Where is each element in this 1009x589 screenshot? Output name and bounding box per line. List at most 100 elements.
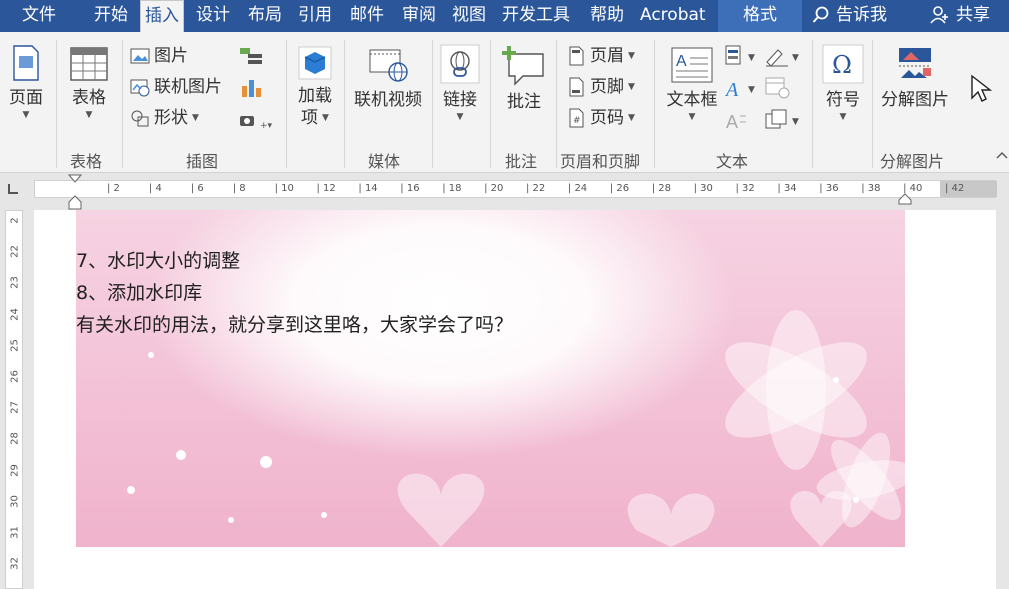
footer-button[interactable]: 页脚 ▼	[566, 75, 635, 99]
pages-label: 页面	[9, 88, 43, 108]
share-button[interactable]: 共享	[930, 0, 990, 32]
document-line: 7、水印大小的调整	[76, 250, 241, 272]
tab-insert[interactable]: 插入	[140, 0, 184, 34]
screenshot-icon[interactable]: +▾	[238, 108, 274, 130]
vertical-ruler[interactable]: 2222324252627282930313233	[5, 210, 23, 589]
online-picture-button[interactable]: 联机图片	[130, 75, 222, 99]
date-time-icon[interactable]	[764, 76, 794, 100]
textbox-button[interactable]: A 文本框 ▼	[660, 46, 724, 123]
ruler-tick-label: | 34	[777, 183, 797, 194]
group-label-decompose: 分解图片	[880, 152, 945, 171]
chevron-down-icon: ▼	[839, 112, 847, 122]
group-label-media: 媒体	[368, 152, 401, 171]
page-number-icon: #	[569, 108, 584, 128]
person-add-icon	[930, 6, 948, 24]
document-line: 8、添加水印库	[76, 282, 203, 304]
ruler-tick-label: | 8	[232, 183, 246, 194]
picture-button[interactable]: 图片	[130, 44, 188, 68]
chevron-down-icon: ▼	[192, 113, 199, 123]
chevron-down-icon: ▼	[688, 112, 696, 122]
chevron-down-icon: ▼	[456, 112, 464, 122]
tab-view[interactable]: 视图	[452, 0, 486, 32]
addins-button[interactable]: 加载 项 ▼	[292, 46, 338, 129]
tab-mailings[interactable]: 邮件	[350, 0, 384, 32]
table-icon	[70, 47, 108, 81]
symbol-label: 符号	[826, 90, 860, 110]
picture-icon	[130, 48, 150, 64]
table-button[interactable]: 表格 ▼	[64, 46, 114, 121]
chevron-down-icon: ▼	[85, 110, 93, 120]
comment-label: 批注	[507, 92, 541, 112]
chevron-down-icon: ▼	[322, 113, 329, 123]
chevron-down-icon: ▼	[628, 113, 635, 123]
ruler-tick-label: | 12	[316, 183, 336, 194]
tab-developer[interactable]: 开发工具	[502, 0, 570, 32]
tab-help[interactable]: 帮助	[590, 0, 624, 32]
tab-acrobat[interactable]: Acrobat	[640, 0, 706, 32]
drop-cap-icon[interactable]: A	[724, 108, 760, 132]
vruler-tick-label: 28	[9, 432, 21, 446]
tell-me-label: 告诉我	[836, 5, 887, 25]
ruler-tick-label: | 36	[819, 183, 839, 194]
separator	[490, 40, 491, 168]
separator	[56, 40, 57, 168]
ruler-tick-label: | 42	[945, 183, 965, 194]
online-video-label: 联机视频	[354, 90, 422, 110]
ruler-tick-label: | 38	[861, 183, 881, 194]
indent-marker-icon[interactable]	[68, 174, 82, 210]
tab-file[interactable]: 文件	[22, 0, 56, 32]
tab-references[interactable]: 引用	[298, 0, 332, 32]
svg-text:▼: ▼	[792, 53, 799, 63]
group-label-comments: 批注	[505, 152, 538, 171]
vruler-tick-label: 31	[9, 526, 21, 539]
svg-text:+▾: +▾	[260, 121, 273, 130]
svg-text:A: A	[726, 112, 738, 132]
tab-review[interactable]: 审阅	[402, 0, 436, 32]
tab-format[interactable]: 格式	[718, 0, 802, 32]
shapes-button[interactable]: 形状 ▼	[130, 106, 199, 130]
omega-icon: Ω	[822, 44, 864, 84]
document-page[interactable]: 7、水印大小的调整 8、添加水印库 有关水印的用法，就分享到这里咯，大家学会了吗…	[34, 210, 996, 589]
separator	[122, 40, 123, 168]
footer-icon	[569, 77, 584, 97]
links-button[interactable]: 链接 ▼	[436, 44, 484, 123]
tab-design[interactable]: 设计	[196, 0, 230, 32]
decompose-picture-icon	[899, 48, 931, 78]
ruler-tick-label: | 26	[609, 183, 630, 194]
shapes-label: 形状	[154, 108, 188, 128]
smartart-icon[interactable]	[238, 46, 264, 66]
right-indent-marker-icon[interactable]	[898, 192, 912, 206]
ruler-tick-label: | 6	[190, 183, 204, 194]
page-number-button[interactable]: # 页码 ▼	[566, 106, 635, 130]
signature-line-icon[interactable]: ▼	[764, 44, 804, 68]
svg-text:▼: ▼	[748, 85, 755, 95]
ruler-tick-label: | 28	[651, 183, 671, 194]
svg-text:▼: ▼	[792, 117, 799, 127]
ruler-tick-label: | 14	[358, 183, 378, 194]
tell-me-box[interactable]: 告诉我	[812, 0, 887, 32]
textbox-icon: A	[671, 47, 713, 83]
quick-parts-icon[interactable]: ▼	[724, 44, 760, 68]
textbox-label: 文本框	[666, 90, 718, 110]
pages-button[interactable]: 页面 ▼	[4, 44, 48, 121]
online-video-button[interactable]: 联机视频	[350, 46, 426, 111]
group-label-illustrations: 插图	[186, 152, 219, 171]
wordart-icon[interactable]: A ▼	[724, 76, 760, 100]
object-icon[interactable]: ▼	[764, 108, 804, 132]
separator	[872, 40, 873, 168]
vruler-tick-label: 27	[9, 401, 21, 415]
header-button[interactable]: 页眉 ▼	[566, 44, 635, 68]
vruler-tick-label: 30	[9, 494, 21, 508]
tab-selector-icon[interactable]	[8, 184, 18, 194]
tab-home[interactable]: 开始	[94, 0, 128, 32]
tab-layout[interactable]: 布局	[248, 0, 282, 32]
chart-icon[interactable]	[240, 76, 264, 98]
separator	[556, 40, 557, 168]
chevron-down-icon: ▼	[628, 82, 635, 92]
comment-button[interactable]: 批注	[498, 44, 550, 113]
collapse-ribbon-icon[interactable]	[996, 150, 1008, 160]
decompose-picture-button[interactable]: 分解图片	[876, 44, 954, 111]
symbol-button[interactable]: Ω 符号 ▼	[818, 44, 868, 123]
ruler-tick-label: | 30	[693, 183, 713, 194]
ruler-scale[interactable]: | 2 | 4 | 6 | 8 | 10 | 12 | 14 | 16 | 18 | 20 | 22…	[34, 180, 997, 198]
